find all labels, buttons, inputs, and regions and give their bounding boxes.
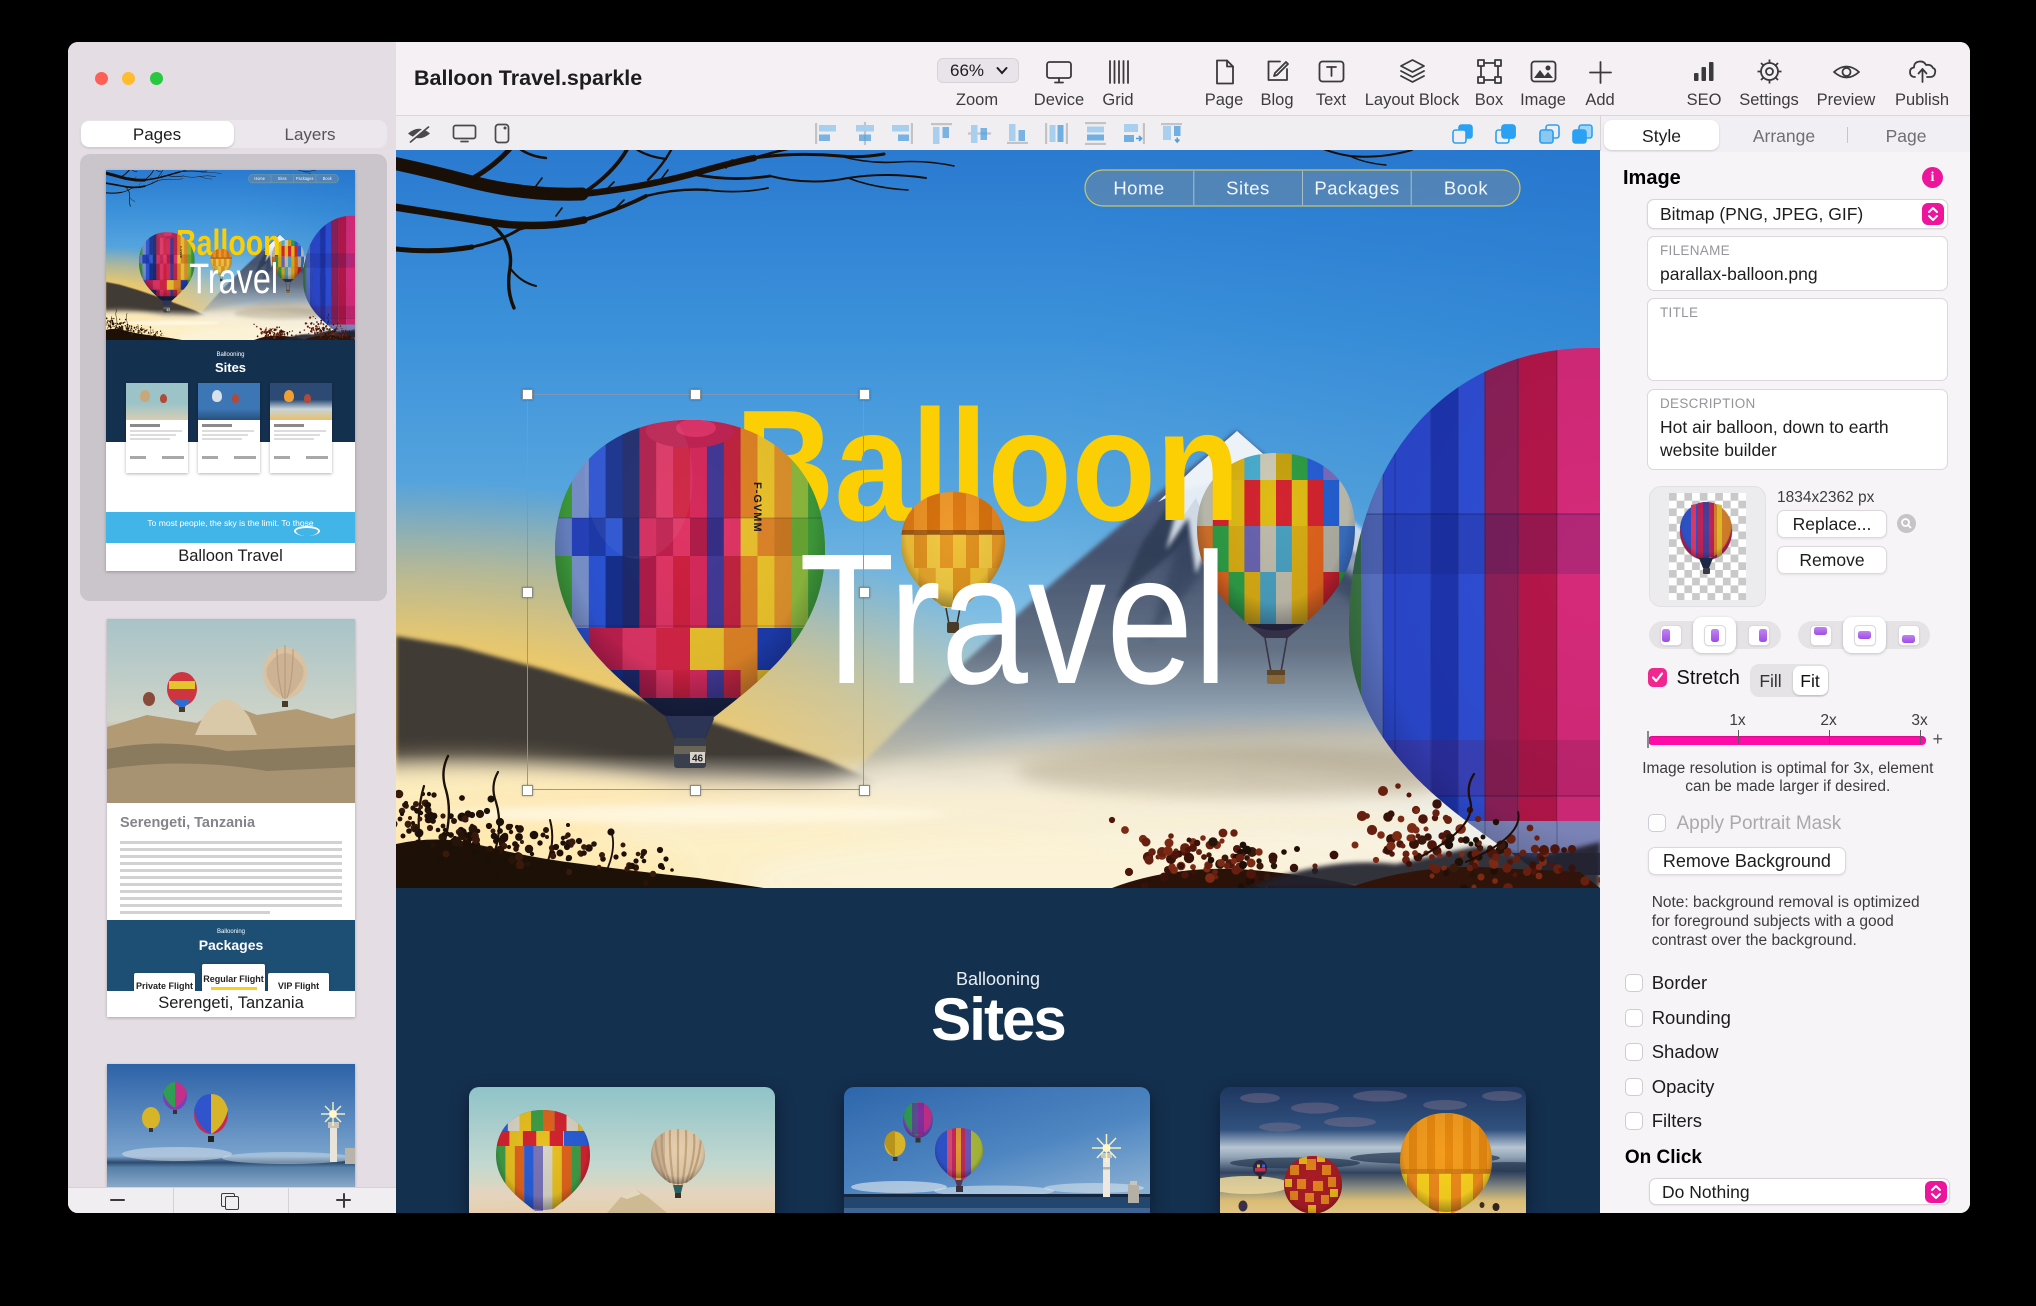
svg-text:F-GVMM: F-GVMM xyxy=(179,246,182,258)
svg-text:Packages: Packages xyxy=(1314,178,1399,199)
svg-text:Sites: Sites xyxy=(278,176,287,181)
svg-text:Home: Home xyxy=(1113,178,1164,199)
svg-text:Book: Book xyxy=(1444,178,1488,199)
svg-text:Sites: Sites xyxy=(1226,178,1270,199)
svg-text:Packages: Packages xyxy=(296,176,314,181)
svg-text:Book: Book xyxy=(323,176,333,181)
svg-text:Home: Home xyxy=(254,176,265,181)
svg-text:Travel: Travel xyxy=(189,254,278,302)
